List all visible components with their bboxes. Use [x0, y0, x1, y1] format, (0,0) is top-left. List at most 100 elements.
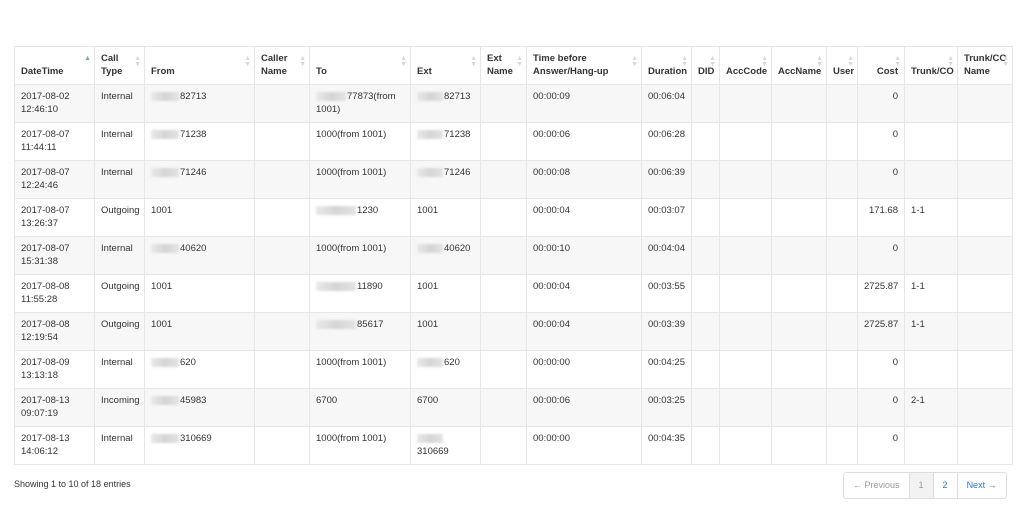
cell-trunk — [904, 160, 958, 199]
column-label: Ext — [417, 66, 432, 77]
cell-trunk — [904, 350, 958, 389]
cell-call-type: Outgoing — [94, 198, 145, 237]
cell-text: 00:03:07 — [648, 205, 685, 216]
cell-call-type: Outgoing — [94, 312, 145, 351]
cell-text: 1001 — [417, 319, 439, 330]
column-header-ext[interactable]: Ext ▲ ▼ — [410, 46, 481, 85]
cell-trunk-name — [957, 236, 1013, 275]
column-header-from[interactable]: From ▲ ▼ — [144, 46, 255, 85]
cell-acc-name — [771, 84, 827, 123]
table-row[interactable]: 2017-08-13 14:06:12 Internal 310669 1000(fr… — [14, 426, 1013, 465]
redacted-block — [316, 205, 356, 215]
table-row[interactable]: 2017-08-08 12:19:54 Outgoing 1001 85617 1001… — [14, 312, 1013, 351]
cell-text: 1000(from 1001) — [316, 357, 387, 368]
column-header-trunk-co[interactable]: Trunk/CO ▲ ▼ — [904, 46, 958, 85]
cell-from: 45983 — [144, 388, 255, 427]
cell-call-type: Internal — [94, 236, 145, 275]
cell-from: 620 — [144, 350, 255, 389]
column-header-call-type[interactable]: Call Type ▲ ▼ — [94, 46, 145, 85]
column-header-accname[interactable]: AccName ▲ ▼ — [771, 46, 827, 85]
cell-to: 6700 — [309, 388, 411, 427]
cell-call-type: Internal — [94, 122, 145, 161]
column-header-trunk-co-name[interactable]: Trunk/CO Name ▲ ▼ — [957, 46, 1013, 85]
table-body: 2017-08-02 12:46:10 Internal 82713 77873(fr… — [14, 84, 1013, 465]
sort-both-icon: ▲ ▼ — [470, 55, 477, 68]
cell-ext: 6700 — [410, 388, 481, 427]
table-row[interactable]: 2017-08-13 09:07:19 Incoming 45983 6700 6700… — [14, 388, 1013, 427]
cell-trunk: 1-1 — [904, 274, 958, 313]
cell-to: 85617 — [309, 312, 411, 351]
column-header-datetime[interactable]: DateTime ▲ — [14, 46, 95, 85]
table-row[interactable]: 2017-08-02 12:46:10 Internal 82713 77873(fr… — [14, 84, 1013, 123]
next-page-button[interactable]: Next → — [956, 473, 1006, 498]
cell-cost: 0 — [857, 84, 905, 123]
column-header-to[interactable]: To ▲ ▼ — [309, 46, 411, 85]
table-row[interactable]: 2017-08-07 15:31:38 Internal 40620 1000(fro… — [14, 236, 1013, 275]
sort-both-icon: ▲ ▼ — [894, 55, 901, 68]
cell-acc-name — [771, 426, 827, 465]
cell-user — [826, 426, 858, 465]
column-header-user[interactable]: User ▲ ▼ — [826, 46, 858, 85]
cell-ext: 82713 — [410, 84, 481, 123]
column-header-ext-name[interactable]: Ext Name ▲ ▼ — [480, 46, 527, 85]
cell-user — [826, 350, 858, 389]
table-row[interactable]: 2017-08-08 11:55:28 Outgoing 1001 11890 1001… — [14, 274, 1013, 313]
column-header-caller-name[interactable]: Caller Name ▲ ▼ — [254, 46, 310, 85]
cell-to: 1000(from 1001) — [309, 122, 411, 161]
cell-trunk-name — [957, 388, 1013, 427]
cell-time-before: 00:00:04 — [526, 198, 642, 237]
cell-text: 1000(from 1001) — [316, 129, 387, 140]
cell-ext-name — [480, 312, 527, 351]
cell-caller-name — [254, 84, 310, 123]
cell-time-before: 00:00:00 — [526, 350, 642, 389]
column-header-did[interactable]: DID ▲ ▼ — [691, 46, 720, 85]
column-header-time-before-answer-hang-up[interactable]: Time before Answer/Hang-up ▲ ▼ — [526, 46, 642, 85]
cell-user — [826, 160, 858, 199]
column-header-cost[interactable]: Cost ▲ ▼ — [857, 46, 905, 85]
column-header-acccode[interactable]: AccCode ▲ ▼ — [719, 46, 772, 85]
page-1-button[interactable]: 1 — [908, 473, 933, 498]
cell-text: 71238 — [180, 129, 207, 140]
cell-text: Outgoing — [101, 319, 140, 330]
cell-time-before: 00:00:08 — [526, 160, 642, 199]
cell-text: 1230 — [357, 205, 379, 216]
cell-trunk: 1-1 — [904, 312, 958, 351]
cell-datetime: 2017-08-02 12:46:10 — [14, 84, 95, 123]
previous-page-button[interactable]: ← Previous — [844, 473, 909, 498]
cell-to: 1230 — [309, 198, 411, 237]
cell-trunk — [904, 236, 958, 275]
column-label: Caller Name — [261, 53, 288, 77]
cell-text: 2017-08-09 13:13:18 — [21, 357, 70, 381]
cell-ext: 71246 — [410, 160, 481, 199]
cell-caller-name — [254, 198, 310, 237]
cell-text: 71238 — [444, 129, 471, 140]
cell-acc-name — [771, 236, 827, 275]
table-row[interactable]: 2017-08-07 12:24:46 Internal 71246 1000(fro… — [14, 160, 1013, 199]
cell-duration: 00:06:39 — [641, 160, 692, 199]
cell-text: 2017-08-02 12:46:10 — [21, 91, 70, 115]
cell-acc-code — [719, 198, 772, 237]
table-row[interactable]: 2017-08-07 13:26:37 Outgoing 1001 1230 1001 0… — [14, 198, 1013, 237]
cell-text: 6700 — [316, 395, 338, 406]
cell-caller-name — [254, 160, 310, 199]
cell-text: 171.68 — [868, 205, 898, 216]
page-2-button[interactable]: 2 — [932, 473, 957, 498]
cell-from: 310669 — [144, 426, 255, 465]
column-header-duration[interactable]: Duration ▲ ▼ — [641, 46, 692, 85]
table-row[interactable]: 2017-08-07 11:44:11 Internal 71238 1000(fro… — [14, 122, 1013, 161]
cell-ext: 1001 — [410, 274, 481, 313]
cell-did — [691, 160, 720, 199]
table-row[interactable]: 2017-08-09 13:13:18 Internal 620 1000(from … — [14, 350, 1013, 389]
cell-from: 1001 — [144, 274, 255, 313]
cell-acc-code — [719, 426, 772, 465]
cell-acc-name — [771, 274, 827, 313]
cell-text: Internal — [101, 167, 133, 178]
cell-call-type: Outgoing — [94, 274, 145, 313]
cell-text: 00:00:04 — [533, 319, 570, 330]
cell-text: 00:06:28 — [648, 129, 685, 140]
cell-datetime: 2017-08-07 12:24:46 — [14, 160, 95, 199]
cell-trunk: 1-1 — [904, 198, 958, 237]
cell-trunk — [904, 426, 958, 465]
cell-ext: 1001 — [410, 198, 481, 237]
cell-time-before: 00:00:10 — [526, 236, 642, 275]
